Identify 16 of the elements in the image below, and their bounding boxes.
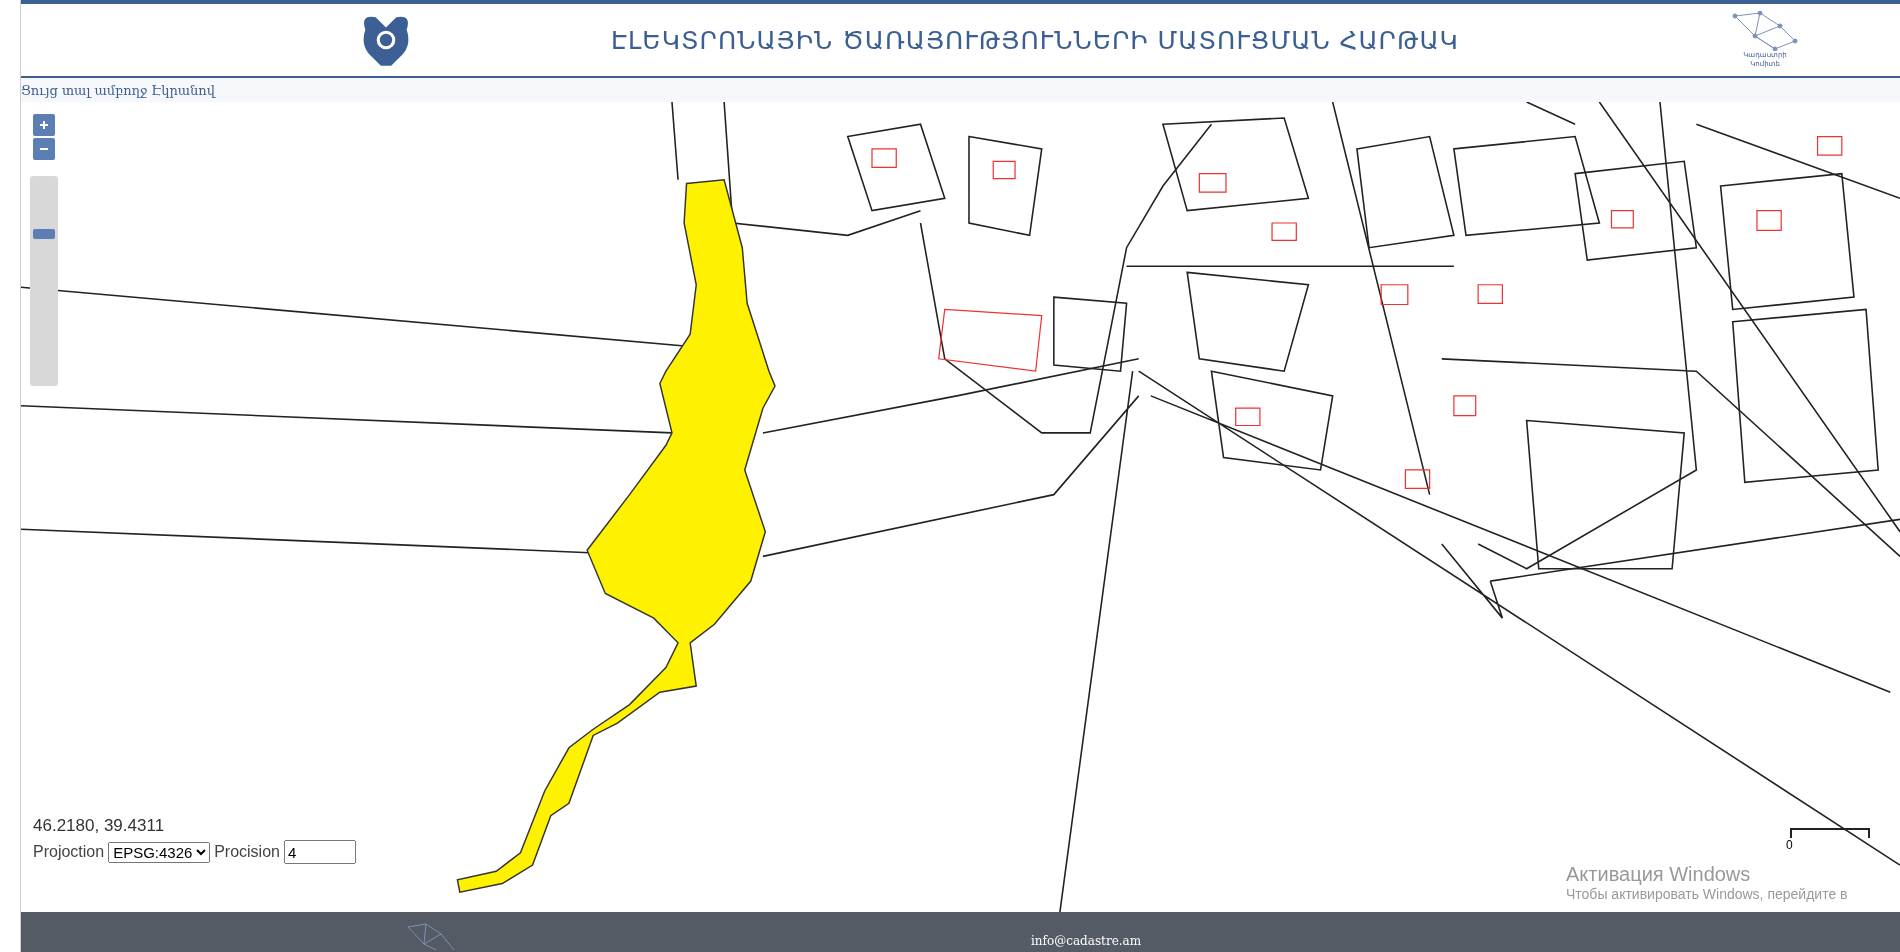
zoom-slider[interactable] xyxy=(30,176,58,386)
cursor-coordinates: 46.2180, 39.4311 xyxy=(33,816,166,836)
zoom-in-button[interactable] xyxy=(33,114,55,136)
precision-label: Procision xyxy=(214,843,280,861)
map-view[interactable]: 46.2180, 39.4311 Projoction EPSG:4326 Procision 4 0 Активация Windows Чтобы активировать Windows, перейдите в xyxy=(21,102,1900,912)
page-title: ԷԼԵԿՏՐՈՆԱՅԻՆ ԾԱՌԱՅՈՒԹՅՈՒՆՆԵՐԻ ՄԱՏՈՒՑՄԱՆ ՀԱՐԹԱԿ xyxy=(611,25,1459,55)
projection-select[interactable]: EPSG:4326 xyxy=(108,841,211,863)
zoom-out-button[interactable] xyxy=(33,138,55,160)
plus-icon xyxy=(39,120,49,130)
contact-email: info@cadastre.am xyxy=(1031,934,1142,948)
zoom-slider-thumb[interactable] xyxy=(33,228,55,239)
activation-notice-text: Чтобы активировать Windows, перейдите в xyxy=(1566,886,1848,902)
projection-label: Projoction xyxy=(33,843,105,861)
precision-input[interactable]: 4 xyxy=(283,840,356,864)
fullscreen-link[interactable]: Ցույց տալ ամբողջ Էկրանով xyxy=(21,82,215,98)
activation-notice-title: Активация Windows xyxy=(1566,863,1752,886)
